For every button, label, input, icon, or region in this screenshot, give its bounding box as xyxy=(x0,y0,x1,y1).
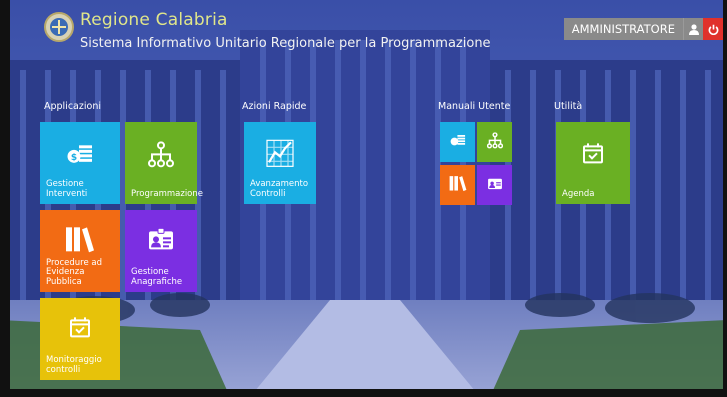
section-manuali-utente: Manuali Utente xyxy=(438,101,511,112)
user-name-button[interactable]: AMMINISTRATORE xyxy=(563,18,683,40)
money-stack-icon: $ xyxy=(67,144,93,169)
books-icon xyxy=(65,226,95,255)
calendar-check-icon xyxy=(69,316,91,341)
hierarchy-icon xyxy=(148,141,174,171)
tile-agenda[interactable]: Agenda xyxy=(556,122,630,204)
money-stack-icon xyxy=(450,134,466,150)
id-card-icon xyxy=(148,227,174,253)
tile-label: Programmazione xyxy=(131,188,203,199)
tile-programmazione[interactable]: Programmazione xyxy=(125,122,203,204)
tile-label: Monitoraggio controlli xyxy=(46,355,102,375)
tile-gestione-anagrafiche[interactable]: Gestione Anagrafiche xyxy=(125,210,197,292)
section-utilita: Utilità xyxy=(554,101,583,112)
tile-label: Agenda xyxy=(562,188,595,199)
power-icon[interactable] xyxy=(703,18,723,40)
tile-gestione-interventi[interactable]: $ Gestione Interventi xyxy=(40,122,120,204)
hierarchy-icon xyxy=(486,132,503,151)
tile-label: Procedure ad Evidenza Pubblica xyxy=(46,257,103,287)
manual-programmazione[interactable] xyxy=(477,122,512,162)
app-title: Regione Calabria xyxy=(80,10,228,30)
tile-label: Avanzamento Controlli xyxy=(250,179,309,199)
books-icon xyxy=(449,175,467,194)
user-bar: AMMINISTRATORE xyxy=(563,18,723,40)
tile-avanzamento-controlli[interactable]: Avanzamento Controlli xyxy=(244,122,316,204)
section-applicazioni: Applicazioni xyxy=(44,101,101,112)
svg-text:$: $ xyxy=(71,153,77,163)
manual-gestione-interventi[interactable] xyxy=(440,122,475,162)
tile-procedure-evidenza-pubblica[interactable]: Procedure ad Evidenza Pubblica xyxy=(40,210,120,292)
tile-label: Gestione Interventi xyxy=(46,179,88,199)
app-subtitle: Sistema Informativo Unitario Regionale p… xyxy=(80,36,491,51)
manual-gestione-anagrafiche[interactable] xyxy=(477,165,512,205)
manual-procedure[interactable] xyxy=(440,165,475,205)
section-azioni-rapide: Azioni Rapide xyxy=(242,101,307,112)
tile-monitoraggio-controlli[interactable]: Monitoraggio controlli xyxy=(40,298,120,380)
user-icon[interactable] xyxy=(683,18,703,40)
chart-line-icon xyxy=(265,138,295,171)
regione-logo xyxy=(44,12,74,42)
tile-label: Gestione Anagrafiche xyxy=(131,267,183,287)
id-card-icon xyxy=(487,177,502,193)
calendar-check-icon xyxy=(582,142,604,167)
